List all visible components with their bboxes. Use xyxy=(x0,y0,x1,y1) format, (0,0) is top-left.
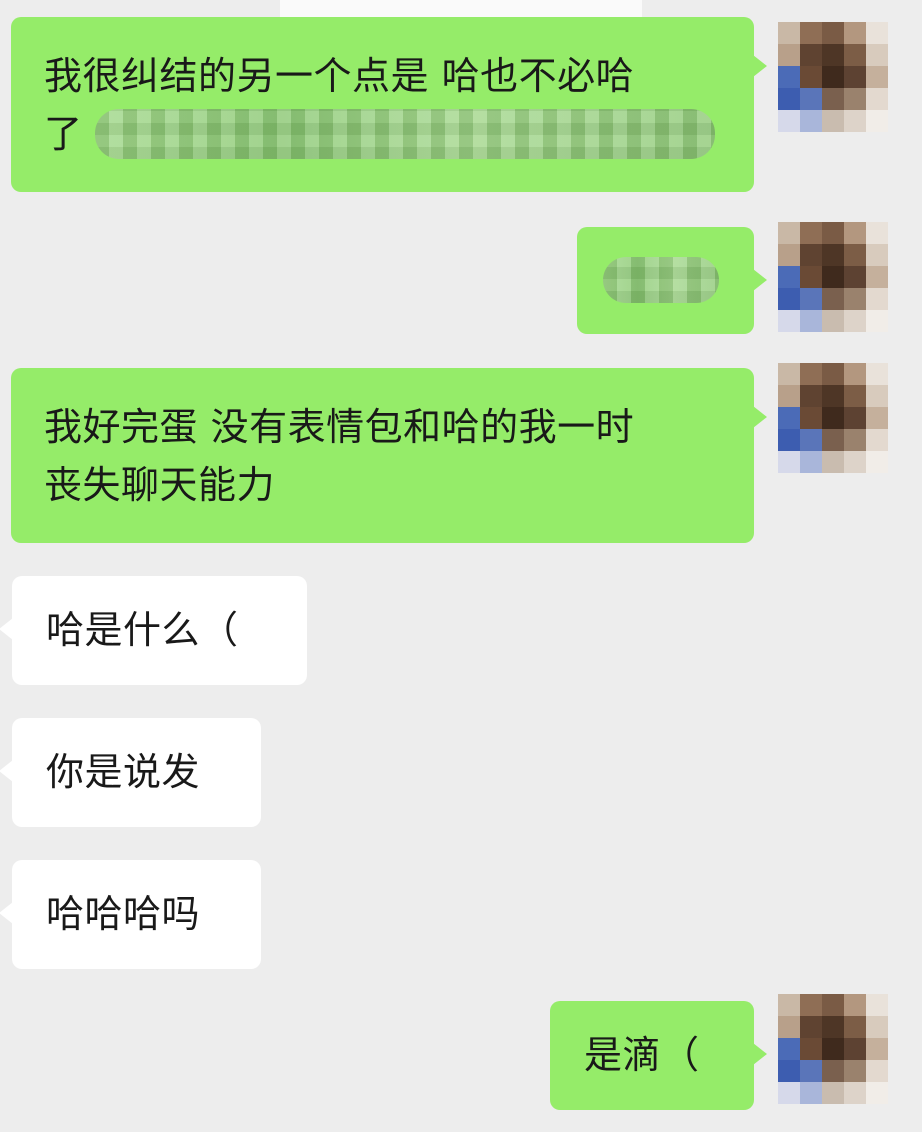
bubble-tail xyxy=(753,269,767,291)
bubble-tail xyxy=(0,760,13,782)
bubble-tail xyxy=(753,406,767,428)
self-avatar-icon[interactable] xyxy=(778,994,888,1104)
redacted-content-mosaic xyxy=(94,109,715,159)
message-text-line: 我好完蛋 没有表情包和哈的我一时 xyxy=(44,405,635,449)
redacted-content-mosaic xyxy=(603,257,719,303)
self-avatar-icon[interactable] xyxy=(778,222,888,332)
message-text-line: 你是说发 xyxy=(46,750,201,794)
incoming-message-bubble[interactable]: 你是说发 xyxy=(0,718,261,827)
self-avatar-icon[interactable] xyxy=(778,22,888,132)
message-text-line: 哈哈哈吗 xyxy=(46,892,201,936)
incoming-message-bubble[interactable]: 哈是什么（ xyxy=(0,576,307,685)
bubble-tail xyxy=(753,55,767,77)
outgoing-message-bubble[interactable] xyxy=(577,227,767,334)
message-text-line: 是滴（ xyxy=(584,1033,700,1077)
top-edge-strip xyxy=(280,0,642,18)
self-avatar-icon[interactable] xyxy=(778,363,888,473)
message-text-line: 我很纠结的另一个点是 哈也不必哈 xyxy=(44,54,635,98)
message-text-line: 丧失聊天能力 xyxy=(44,463,276,507)
bubble-tail xyxy=(753,1043,767,1065)
bubble-tail xyxy=(0,902,13,924)
incoming-message-bubble[interactable]: 哈哈哈吗 xyxy=(0,860,261,969)
outgoing-message-bubble[interactable]: 我很纠结的另一个点是 哈也不必哈 了 xyxy=(11,17,767,192)
outgoing-message-bubble[interactable]: 我好完蛋 没有表情包和哈的我一时 丧失聊天能力 xyxy=(11,368,767,543)
message-text-line: 哈是什么（ xyxy=(46,608,239,652)
bubble-tail xyxy=(0,618,13,640)
message-text-line: 了 xyxy=(44,112,83,156)
outgoing-message-bubble[interactable]: 是滴（ xyxy=(550,1001,767,1110)
